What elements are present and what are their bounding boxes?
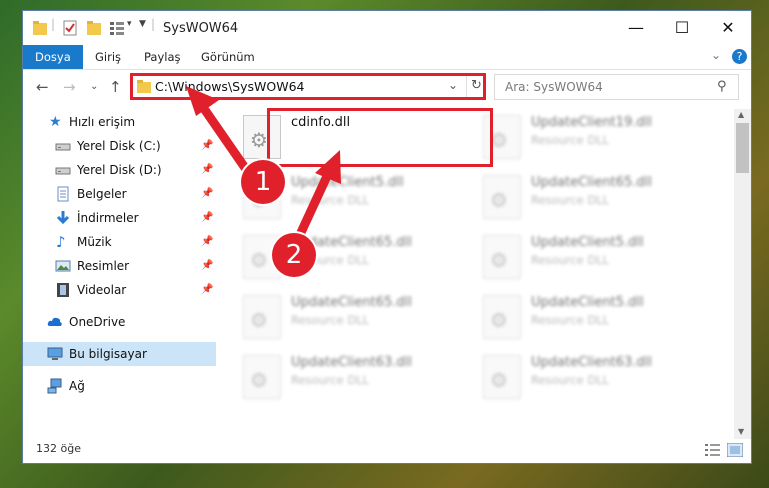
step-badge-1: 1 — [241, 160, 285, 204]
step-badge-2: 2 — [272, 233, 316, 277]
annotation-arrows — [186, 86, 341, 257]
